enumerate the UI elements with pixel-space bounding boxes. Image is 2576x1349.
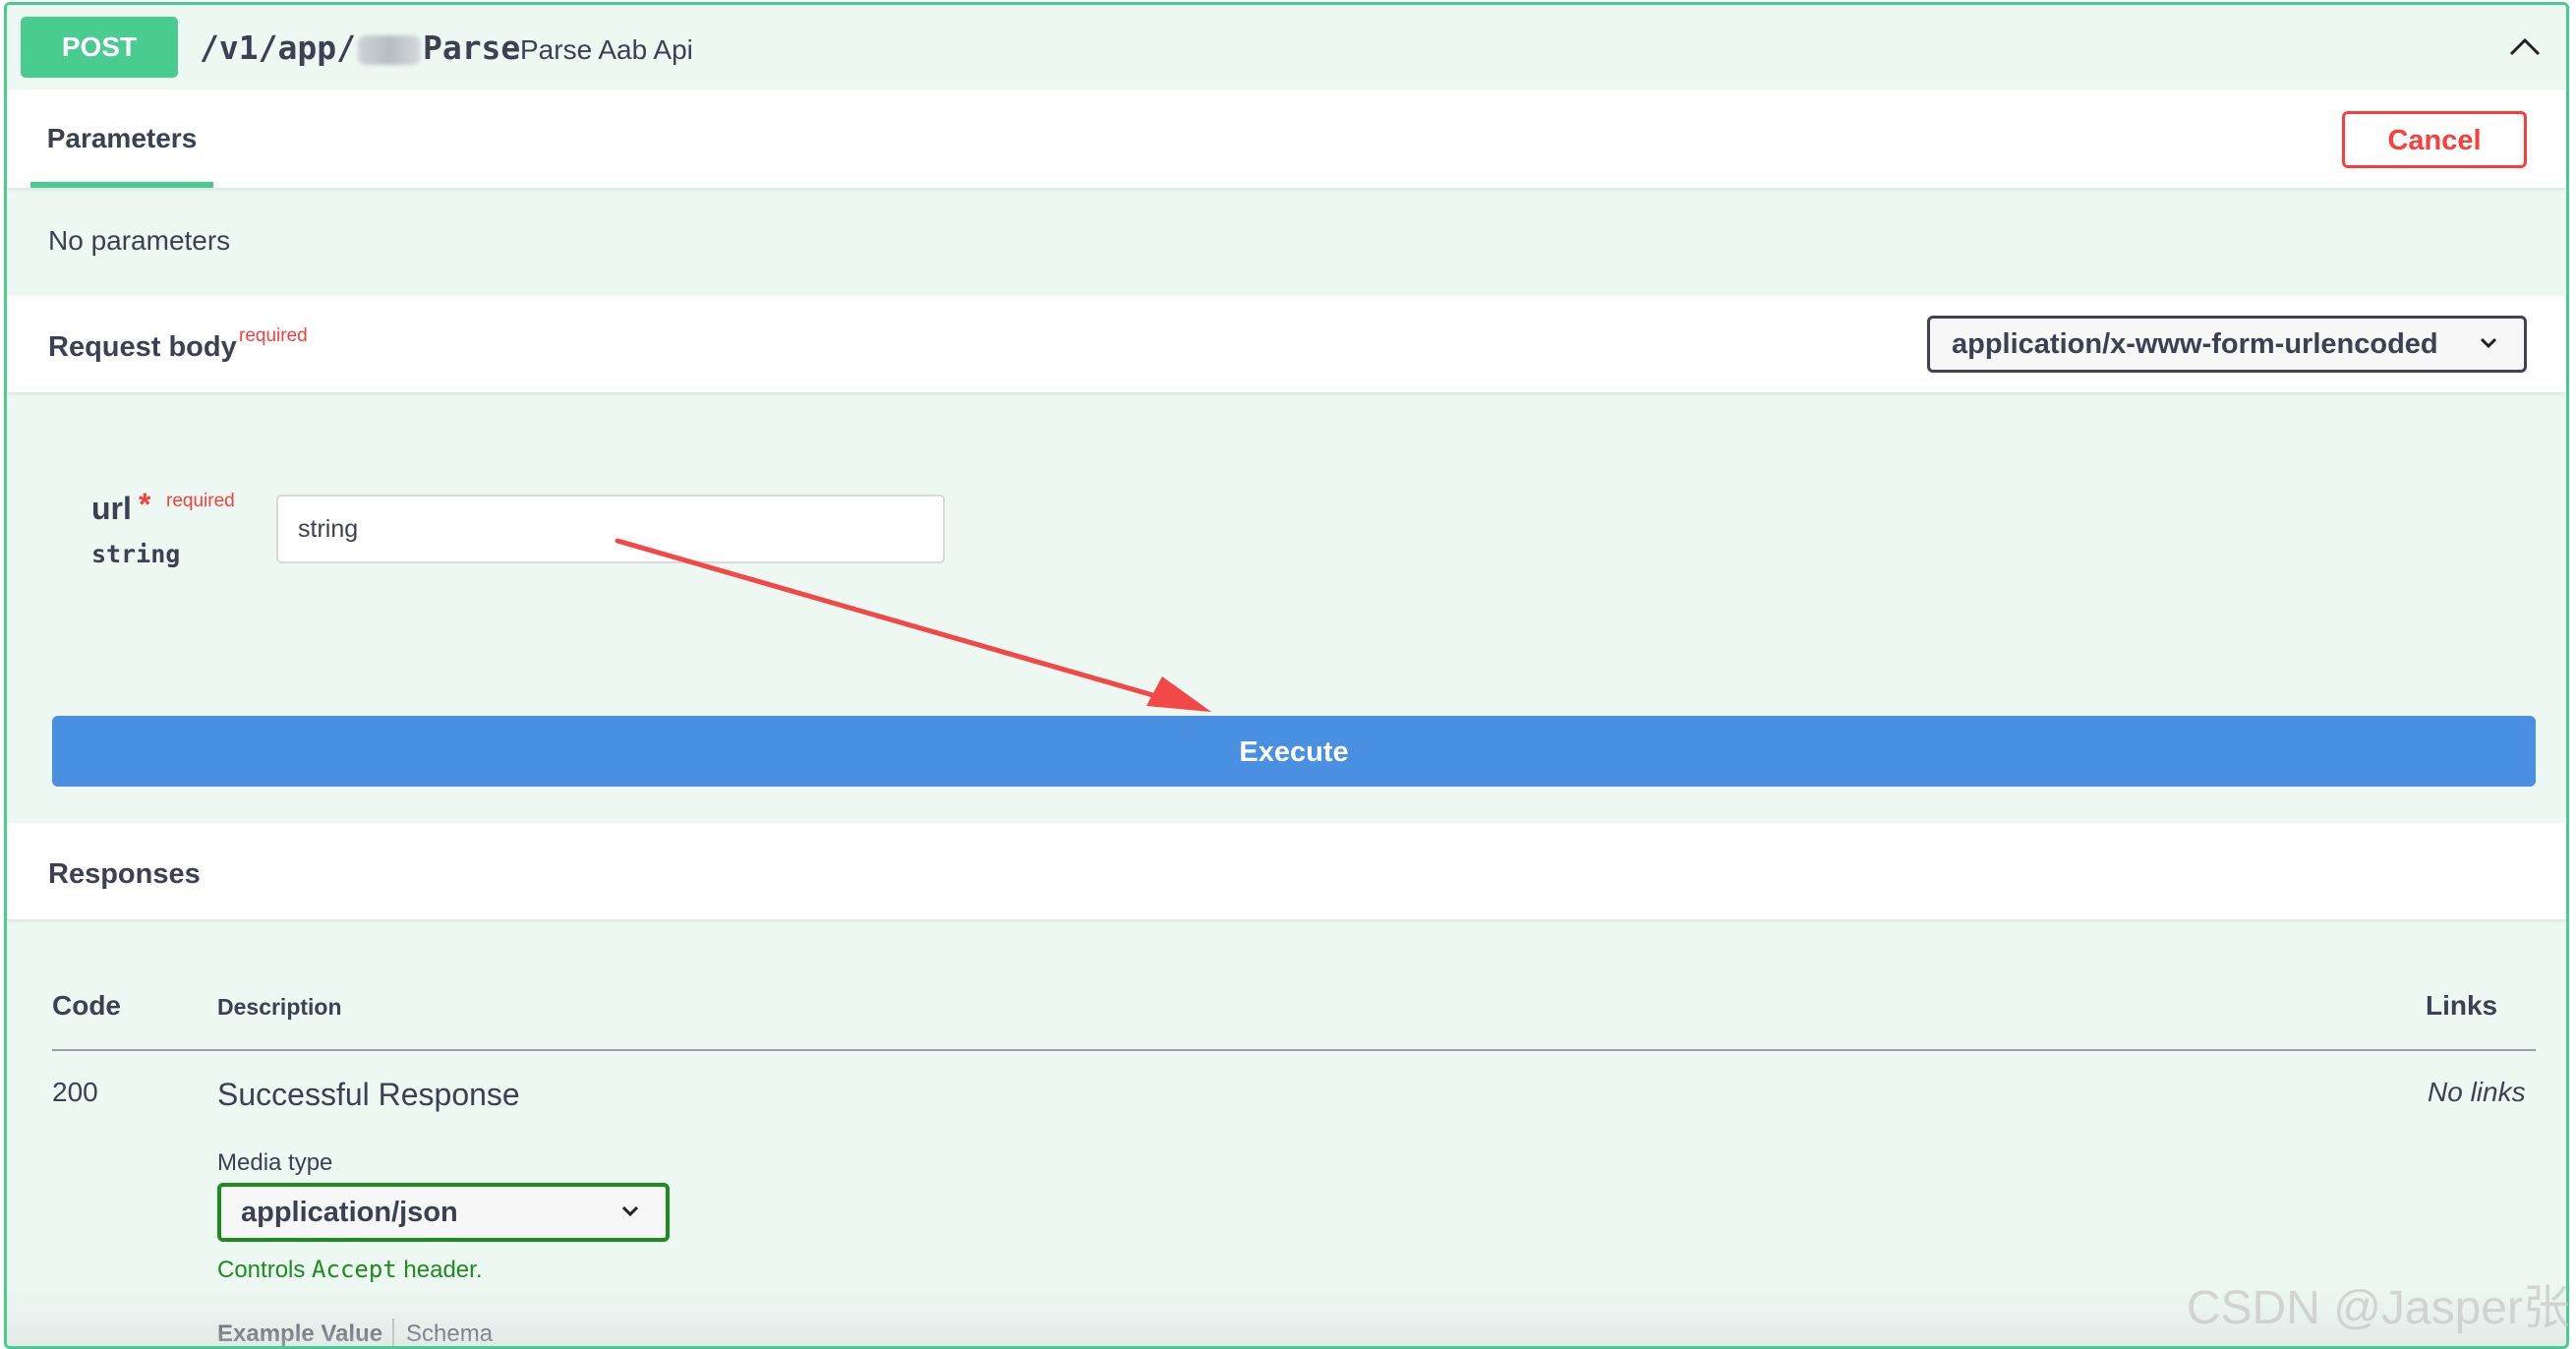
- param-type: string: [91, 540, 181, 568]
- endpoint-path-suffix: Parse: [422, 29, 521, 67]
- controls-prefix: Controls: [217, 1257, 313, 1283]
- request-body-required-label: required: [239, 325, 308, 346]
- method-badge: POST: [21, 17, 178, 78]
- bottom-fade: [7, 1287, 2566, 1346]
- response-links: No links: [2428, 1077, 2526, 1107]
- accept-code: Accept: [312, 1256, 397, 1283]
- tab-divider: [392, 1319, 394, 1346]
- parameters-header: Parameters Cancel: [7, 89, 2566, 188]
- controls-suffix: header.: [396, 1257, 483, 1283]
- content-type-value: application/x-www-form-urlencoded: [1952, 328, 2438, 360]
- media-type-value: application/json: [241, 1197, 458, 1228]
- table-divider: [52, 1049, 2536, 1051]
- response-code: 200: [52, 1077, 98, 1107]
- param-required-label: required: [166, 491, 235, 511]
- chevron-up-icon[interactable]: [2505, 27, 2545, 66]
- endpoint-description: Parse Aab Api: [520, 34, 693, 65]
- endpoint-path: /v1/app/Parse: [200, 29, 520, 67]
- request-body-title: Request body: [48, 331, 237, 363]
- tab-schema[interactable]: Schema: [406, 1320, 493, 1346]
- tab-example-value[interactable]: Example Value: [217, 1320, 382, 1346]
- param-name: url: [91, 491, 132, 526]
- column-header-code: Code: [52, 990, 121, 1021]
- responses-title: Responses: [48, 858, 201, 890]
- controls-accept-hint: Controls Accept header.: [217, 1256, 483, 1284]
- tab-parameters[interactable]: Parameters: [30, 89, 213, 188]
- media-type-select[interactable]: application/json: [217, 1183, 670, 1242]
- required-star: *: [139, 487, 151, 522]
- no-parameters-text: No parameters: [48, 225, 231, 256]
- responses-header: Responses: [7, 823, 2566, 919]
- response-description: Successful Response: [217, 1077, 520, 1112]
- watermark: CSDN @Jasper张: [2186, 1282, 2570, 1334]
- redacted-segment: [357, 34, 421, 65]
- execute-button[interactable]: Execute: [52, 716, 2536, 787]
- operation-summary[interactable]: POST /v1/app/Parse Parse Aab Api: [7, 5, 2566, 92]
- request-body-header: Request body required application/x-www-…: [7, 296, 2566, 392]
- column-header-description: Description: [217, 994, 342, 1020]
- cancel-button[interactable]: Cancel: [2342, 111, 2527, 168]
- column-header-links: Links: [2426, 990, 2498, 1021]
- media-type-label: Media type: [217, 1149, 333, 1176]
- chevron-down-icon: [621, 1205, 639, 1217]
- operation-block: POST /v1/app/Parse Parse Aab Api Paramet…: [4, 2, 2569, 1349]
- chevron-down-icon: [2480, 337, 2497, 349]
- content-type-select[interactable]: application/x-www-form-urlencoded: [1927, 316, 2527, 373]
- endpoint-path-prefix: /v1/app/: [200, 29, 356, 67]
- url-input[interactable]: [276, 495, 945, 563]
